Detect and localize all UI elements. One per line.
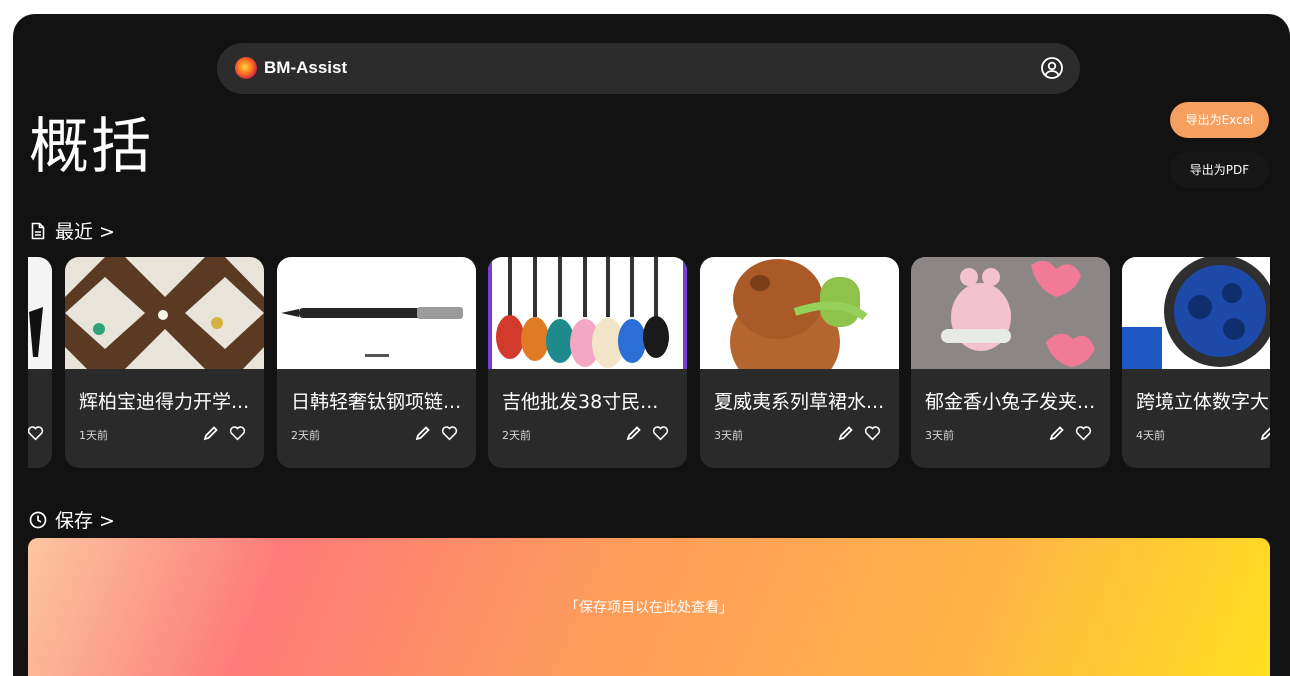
recent-card[interactable]: 夏威夷系列草裙水... 3天前 xyxy=(700,257,899,468)
recent-card[interactable]: 吉他批发38寸民... 2天前 xyxy=(488,257,687,468)
card-time: 3天前 xyxy=(714,429,743,442)
card-time: 4天前 xyxy=(1136,429,1165,442)
export-pdf-button[interactable]: 导出为PDF xyxy=(1170,152,1269,188)
document-icon xyxy=(31,222,45,239)
assistant-search-bar[interactable]: BM-Assist xyxy=(217,43,1080,94)
product-thumbnail xyxy=(700,257,899,369)
assistant-orb-icon xyxy=(235,57,257,79)
card-title: 日韩轻奢钛钢项链... xyxy=(291,391,462,413)
product-thumbnail xyxy=(277,257,476,369)
recent-card[interactable]: 郁金香小兔子发夹... 3天前 xyxy=(911,257,1110,468)
clock-icon xyxy=(29,511,47,528)
recent-card[interactable]: 辉柏宝迪得力开学... 1天前 xyxy=(65,257,264,468)
recent-section-header[interactable]: 最近 > xyxy=(29,217,115,244)
favorite-icon[interactable] xyxy=(864,425,881,441)
product-thumbnail xyxy=(65,257,264,369)
favorite-icon[interactable] xyxy=(229,425,246,441)
recent-card[interactable]: 日韩轻奢钛钢项链... 2天前 xyxy=(277,257,476,468)
app-name: BM-Assist xyxy=(264,58,348,77)
card-time: 2天前 xyxy=(291,429,320,442)
card-title: 郁金香小兔子发夹... xyxy=(925,391,1096,413)
card-time: 3天前 xyxy=(925,429,954,442)
edit-icon[interactable] xyxy=(415,425,431,441)
saved-empty-message: 「保存项目以在此处查看」 xyxy=(565,600,733,616)
card-time: 2天前 xyxy=(502,429,531,442)
edit-icon[interactable] xyxy=(1049,425,1065,441)
app-window: BM-Assist 概括 导出为Excel 导出为PDF 最近 > 辉柏宝迪得力… xyxy=(13,14,1290,676)
card-time: 1天前 xyxy=(79,429,108,442)
page-title: 概括 xyxy=(29,112,153,182)
favorite-icon[interactable] xyxy=(28,425,44,441)
card-title: 吉他批发38寸民... xyxy=(502,391,659,413)
user-circle-icon[interactable] xyxy=(1040,56,1064,80)
saved-empty-state: 「保存项目以在此处查看」 xyxy=(28,538,1270,676)
card-title: 辉柏宝迪得力开学... xyxy=(79,391,250,413)
card-title: 夏威夷系列草裙水... xyxy=(714,391,885,413)
product-thumbnail xyxy=(1122,257,1270,369)
recent-heading: 最近 > xyxy=(55,221,115,243)
edit-icon[interactable] xyxy=(626,425,642,441)
product-thumbnail xyxy=(911,257,1110,369)
favorite-icon[interactable] xyxy=(1075,425,1092,441)
favorite-icon[interactable] xyxy=(652,425,669,441)
recent-card[interactable]: 跨境立体数字大 4天前 xyxy=(1122,257,1270,468)
saved-section-header[interactable]: 保存 > xyxy=(29,506,115,533)
recent-items-carousel[interactable]: 辉柏宝迪得力开学... 1天前 日韩轻奢钛钢项链... 2天前 吉他批发38寸民… xyxy=(28,257,1270,468)
card-title: 跨境立体数字大 xyxy=(1136,391,1270,413)
edit-icon[interactable] xyxy=(203,425,219,441)
export-excel-button[interactable]: 导出为Excel xyxy=(1170,102,1269,138)
product-thumbnail xyxy=(28,257,52,369)
edit-icon[interactable] xyxy=(838,425,854,441)
edit-icon[interactable] xyxy=(1260,425,1270,441)
saved-heading: 保存 > xyxy=(55,510,115,532)
product-thumbnail xyxy=(488,257,687,369)
favorite-icon[interactable] xyxy=(441,425,458,441)
recent-card[interactable] xyxy=(28,257,52,468)
